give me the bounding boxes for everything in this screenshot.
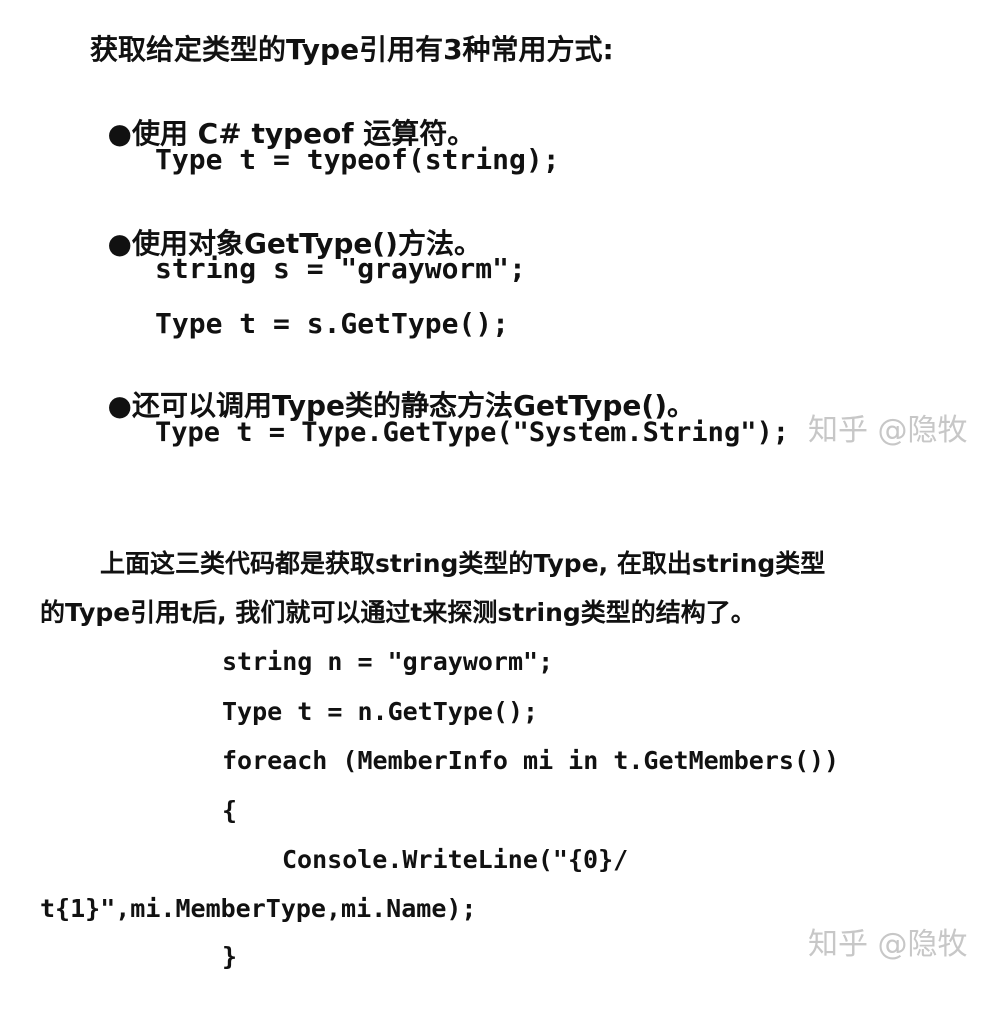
intro-heading: 获取给定类型的Type引用有3种常用方式:: [90, 33, 614, 66]
code-line: string s = "grayworm";: [155, 252, 526, 285]
paragraph-line-2: 的Type引用t后, 我们就可以通过t来探测string类型的结构了。: [40, 598, 756, 627]
watermark-bottom: 知乎 @隐牧: [808, 927, 968, 962]
code-line: Console.WriteLine("{0}/: [282, 845, 629, 874]
code-line: {: [222, 796, 238, 825]
code-line: string n = "grayworm";: [222, 647, 554, 676]
bullet-item-typeof: ●使用 C# typeof 运算符。: [88, 92, 476, 150]
bullet-item-gettype: ●使用对象GetType()方法。: [88, 202, 482, 258]
code-line: Type t = s.GetType();: [155, 307, 510, 340]
bullet-icon: ●: [107, 227, 132, 260]
bullet-icon: ●: [107, 389, 132, 422]
code-line: Type t = typeof(string);: [155, 143, 560, 176]
code-line: Type t = Type.GetType("System.String");: [155, 417, 789, 448]
bullet-icon: ●: [107, 117, 132, 150]
watermark-top: 知乎 @隐牧: [808, 413, 968, 448]
code-line: Type t = n.GetType();: [222, 697, 539, 726]
code-line: t{1}",mi.MemberType,mi.Name);: [40, 894, 477, 923]
bullet-item-static-gettype: ●还可以调用Type类的静态方法GetType()。: [88, 364, 696, 422]
paragraph-line-1: 上面这三类代码都是获取string类型的Type, 在取出string类型: [100, 549, 826, 578]
code-line: }: [222, 942, 238, 971]
code-line: foreach (MemberInfo mi in t.GetMembers()…: [222, 746, 840, 775]
